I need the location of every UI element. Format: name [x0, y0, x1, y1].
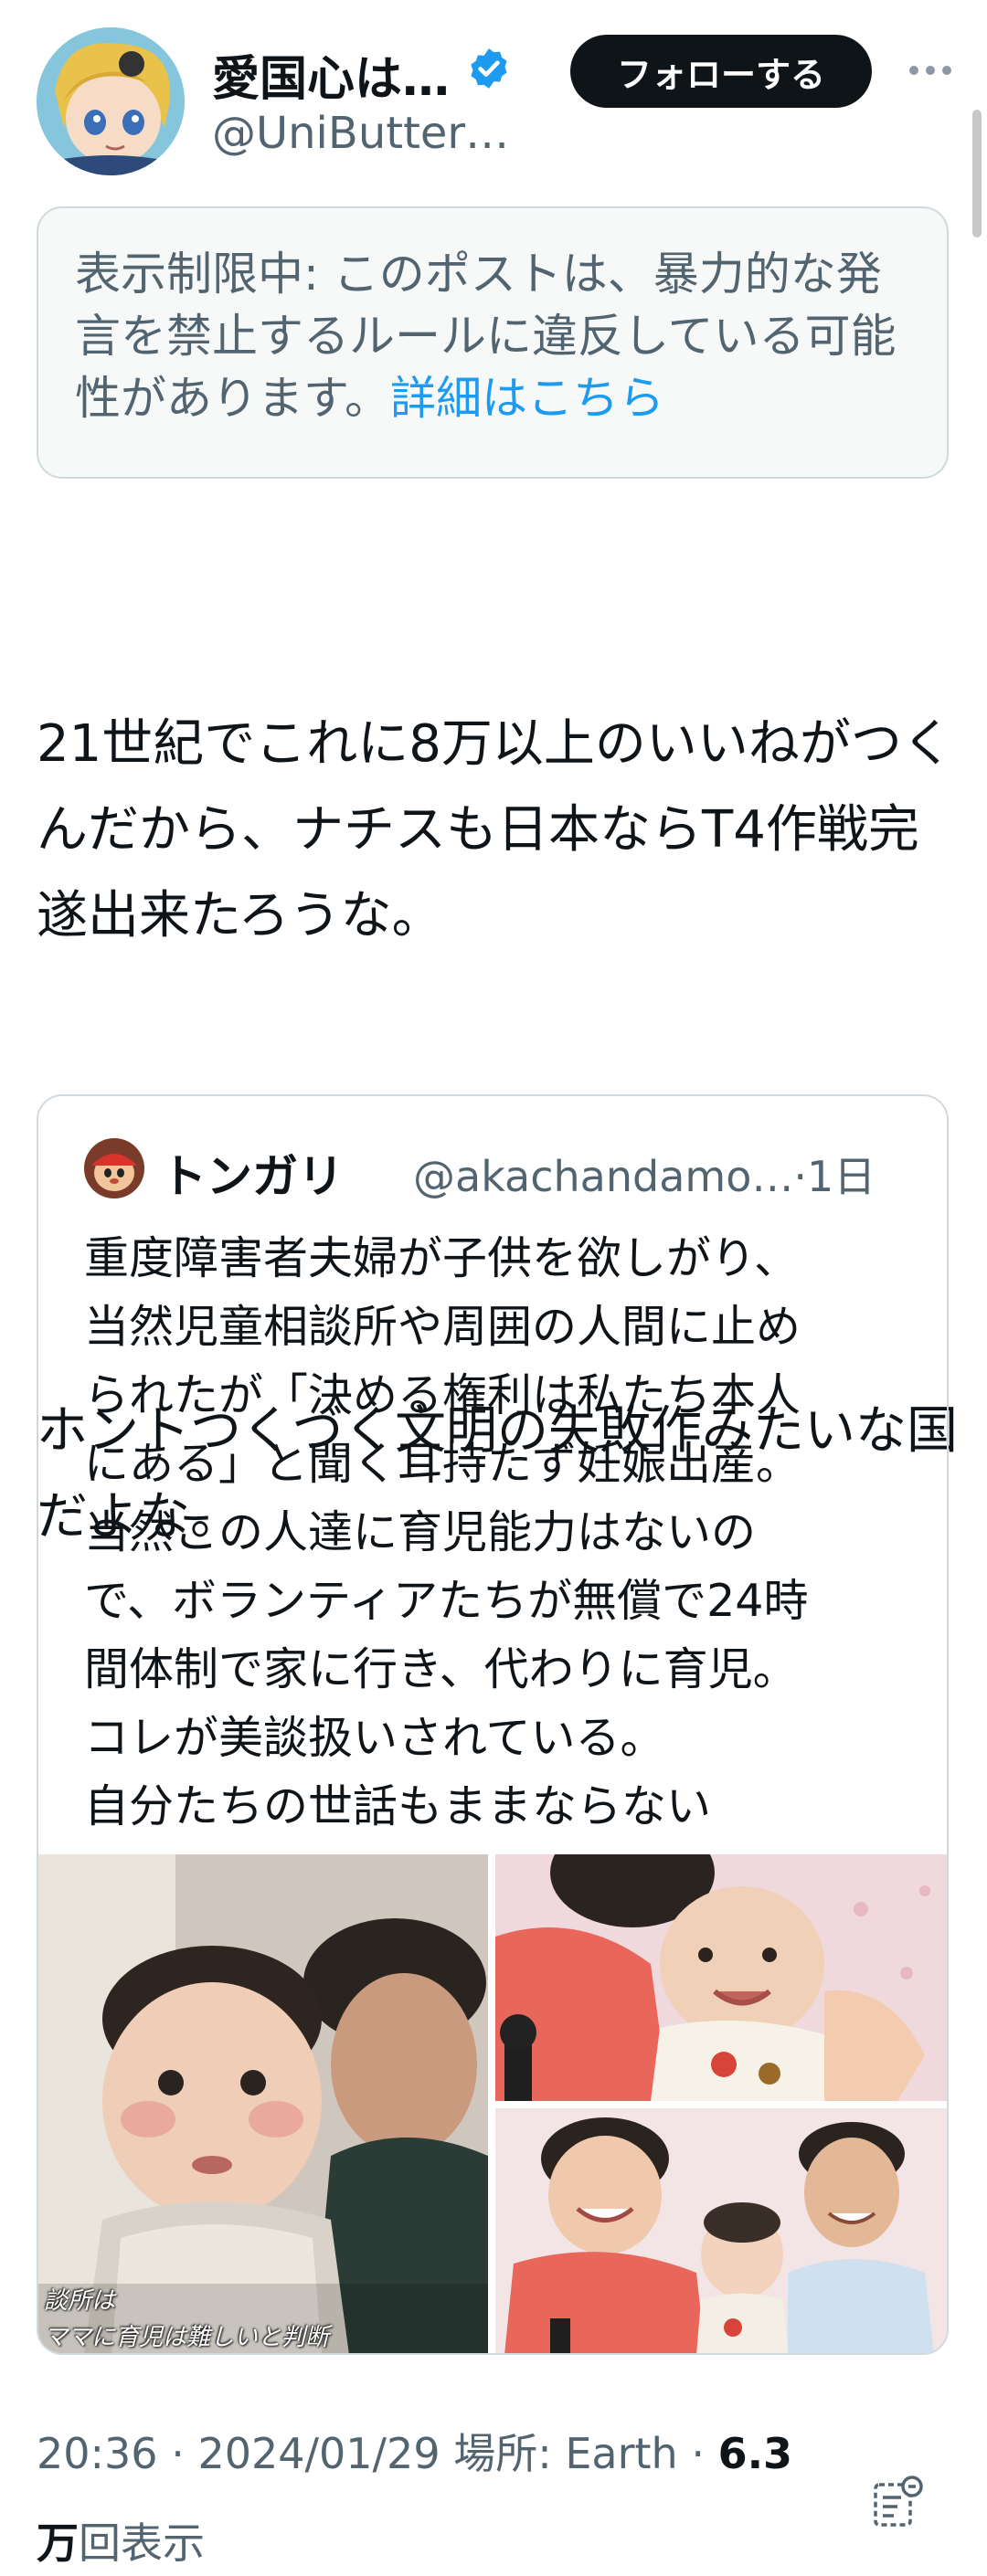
- quoted-post-header: トンガリ @akachandamo…·1日: [84, 1138, 925, 1204]
- more-icon[interactable]: [903, 57, 958, 84]
- post-metadata: 20:36 · 2024/01/29 場所: Earth · 6.3: [37, 2429, 793, 2478]
- verified-badge-icon: [471, 48, 507, 89]
- quoted-author-handle: @akachandamo…: [413, 1152, 794, 1201]
- quoted-text-line: られたが「決める権利は私たち本人: [84, 1369, 801, 1421]
- post-views: 万回表示: [37, 2510, 205, 2571]
- author-handle[interactable]: @UniButter…: [212, 108, 509, 159]
- quoted-post[interactable]: トンガリ @akachandamo…·1日 重度障害者夫婦が子供を欲しがり、 当…: [37, 1094, 949, 2355]
- quoted-photo-2[interactable]: [495, 1854, 947, 2101]
- quoted-text-line: 当然この人達に育児能力はないの: [84, 1506, 757, 1558]
- quoted-post-text: 重度障害者夫婦が子供を欲しがり、 当然児童相談所や周囲の人間に止め られたが「決…: [84, 1224, 925, 1841]
- notice-details-link[interactable]: 詳細はこちら: [390, 372, 664, 425]
- quoted-photo-3[interactable]: [495, 2108, 947, 2353]
- quoted-text-line: 間体制で家に行き、代わりに育児。: [84, 1643, 798, 1695]
- quoted-text-line: で、ボランティアたちが無償で24時: [84, 1575, 809, 1627]
- restriction-notice: 表示制限中: このポストは、暴力的な発言を禁止するルールに違反している可能性があ…: [37, 206, 949, 479]
- quoted-author-name: トンガリ: [161, 1150, 344, 1203]
- photo-caption: 談所は: [44, 2287, 116, 2315]
- post-header: 愛国心は… @UniButter… フォローする: [0, 0, 987, 192]
- post-time: 20:36: [37, 2429, 158, 2478]
- post-text-paragraph: 21世紀でこれに8万以上のいいねがつくんだから、ナチスも日本ならT4作戦完遂出来…: [37, 714, 953, 945]
- author-avatar[interactable]: [37, 27, 185, 175]
- quoted-text-line: コレが美談扱いされている。: [84, 1712, 665, 1764]
- quoted-post-time: ·1日: [793, 1152, 876, 1201]
- quoted-text-line: 当然児童相談所や周囲の人間に止め: [84, 1301, 801, 1353]
- quoted-text-line: 自分たちの世話もままならない: [84, 1780, 712, 1832]
- photo-caption: ママに育児は難しいと判断: [44, 2324, 330, 2351]
- post-date: 2024/01/29: [197, 2429, 440, 2478]
- quoted-media-grid: 談所は ママに育児は難しいと判断: [38, 1854, 947, 2353]
- view-count-unit: 万: [37, 2518, 79, 2568]
- quoted-author-handle-time: @akachandamo…·1日: [413, 1144, 876, 1204]
- quoted-text-line: 重度障害者夫婦が子供を欲しがり、: [84, 1232, 800, 1284]
- author-display-name[interactable]: 愛国心は…: [212, 40, 450, 109]
- quoted-text-line: にある」と聞く耳持たず妊娠出産。: [84, 1438, 801, 1490]
- view-count-number: 6.3: [717, 2429, 793, 2478]
- quoted-photo-1[interactable]: 談所は ママに育児は難しいと判断: [38, 1854, 488, 2353]
- quoted-author-avatar: [84, 1138, 144, 1198]
- views-label: 回表示: [79, 2518, 205, 2568]
- follow-button[interactable]: フォローする: [570, 35, 872, 108]
- analytics-icon[interactable]: [868, 2472, 929, 2532]
- post-location: 場所: Earth: [453, 2429, 678, 2478]
